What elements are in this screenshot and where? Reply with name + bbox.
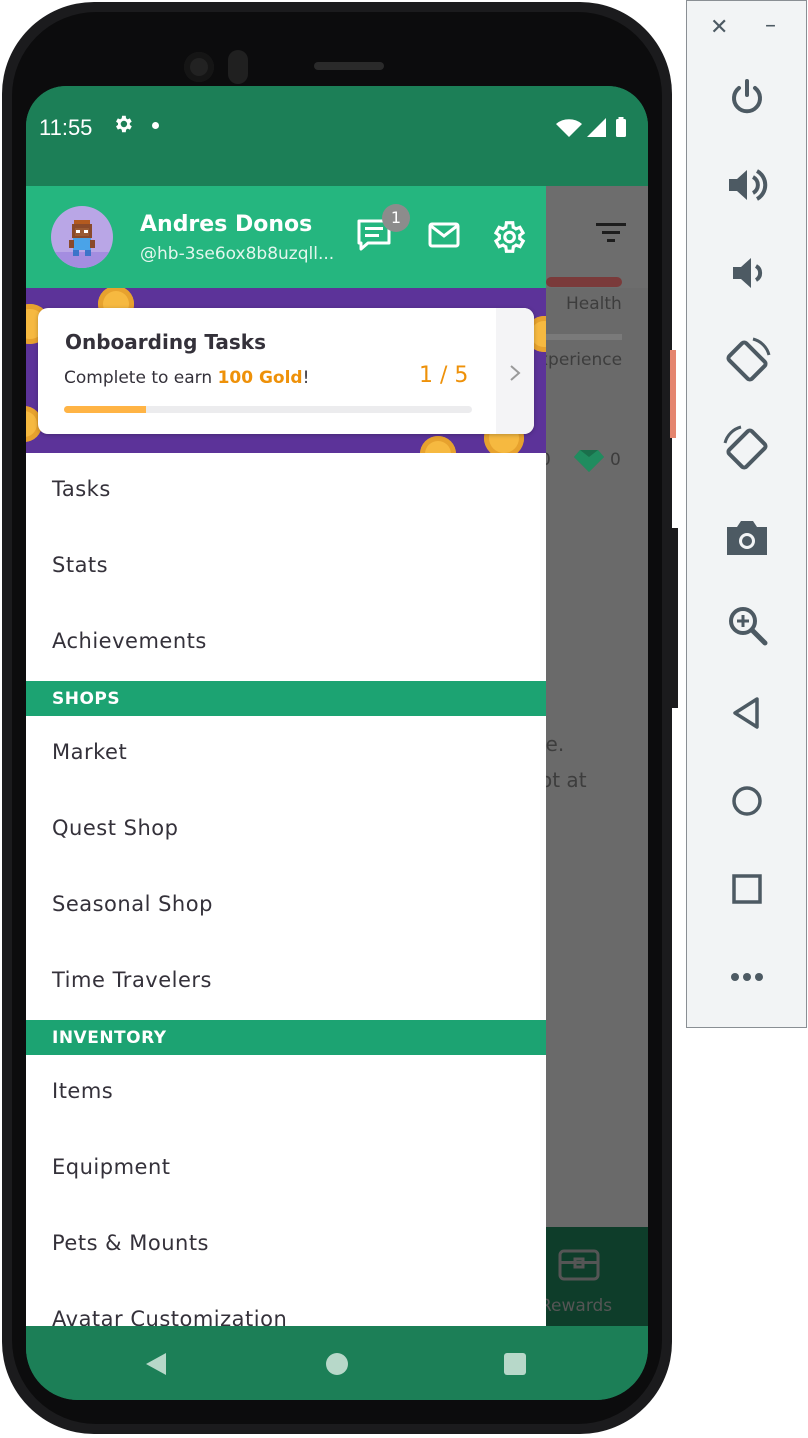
menu-item-label: Tasks <box>52 477 111 501</box>
menu-item-label: Market <box>52 740 128 764</box>
status-bar: 11:55 <box>26 86 648 186</box>
close-icon[interactable]: ✕ <box>710 15 728 40</box>
chevron-right-icon[interactable] <box>496 308 534 434</box>
onboarding-progress-fill <box>64 406 146 413</box>
user-name: Andres Donos <box>140 212 313 237</box>
menu-item-items[interactable]: Items <box>26 1055 546 1131</box>
avatar[interactable] <box>51 206 113 268</box>
more-icon[interactable] <box>723 953 771 1001</box>
status-time: 11:55 <box>39 115 93 140</box>
section-label: INVENTORY <box>52 1028 167 1048</box>
rotate-left-icon[interactable] <box>723 337 771 385</box>
volume-down-icon[interactable] <box>723 249 771 297</box>
front-camera <box>184 52 214 82</box>
section-header-inventory: INVENTORY <box>26 1020 546 1055</box>
section-header-shops: SHOPS <box>26 681 546 716</box>
menu-item-label: Stats <box>52 553 109 577</box>
coin-decoration <box>420 436 456 453</box>
emulator-toolbar: ✕ – <box>686 0 807 1028</box>
chat-badge: 1 <box>382 204 410 232</box>
drawer-header: Andres Donos @hb-3se6ox8b8uzqll... 1 <box>26 186 546 288</box>
menu-item-equipment[interactable]: Equipment <box>26 1131 546 1207</box>
nav-back-icon[interactable] <box>144 1351 168 1381</box>
menu-item-label: Quest Shop <box>52 816 179 840</box>
back-icon[interactable] <box>723 689 771 737</box>
settings-gear-icon[interactable] <box>489 218 527 260</box>
menu-item-label: Achievements <box>52 629 207 653</box>
menu-item-label: Items <box>52 1079 114 1103</box>
wifi-icon <box>556 119 582 137</box>
rewards-tab-label: Rewards <box>540 1296 613 1316</box>
menu-item-label: Equipment <box>52 1155 171 1179</box>
menu-item-seasonal-shop[interactable]: Seasonal Shop <box>26 868 546 944</box>
phone-screen: 11:55 Health xperience 0 0 le. ot a <box>26 86 648 1400</box>
onboarding-title: Onboarding Tasks <box>65 330 267 354</box>
menu-item-label: Time Travelers <box>52 968 212 992</box>
nav-recents-icon[interactable] <box>504 1353 526 1375</box>
nav-home-icon[interactable] <box>326 1353 348 1375</box>
onboarding-card[interactable]: Onboarding Tasks Complete to earn 100 Go… <box>38 308 534 434</box>
experience-bar <box>546 334 622 340</box>
onboarding-progress-count: 1 / 5 <box>419 363 469 388</box>
notification-dot-icon <box>152 122 159 129</box>
zoom-icon[interactable] <box>723 601 771 649</box>
onboarding-banner: Onboarding Tasks Complete to earn 100 Go… <box>26 288 546 453</box>
home-icon[interactable] <box>723 777 771 825</box>
status-icons <box>554 116 638 142</box>
volume-up-icon[interactable] <box>723 161 771 209</box>
signal-icon <box>587 118 606 137</box>
camera-icon[interactable] <box>723 513 771 561</box>
experience-label: xperience <box>538 350 623 370</box>
health-label: Health <box>566 294 622 314</box>
menu-item-avatar-customization[interactable]: Avatar Customization <box>26 1283 546 1326</box>
onboarding-progress-bar <box>64 406 472 413</box>
section-label: SHOPS <box>52 689 121 709</box>
system-navigation-bar <box>26 1326 648 1400</box>
navigation-drawer: Andres Donos @hb-3se6ox8b8uzqll... 1 Onb… <box>26 186 546 1326</box>
minimize-icon[interactable]: – <box>765 13 776 38</box>
rewards-icon <box>558 1248 600 1286</box>
camera-sensor <box>228 50 248 84</box>
battery-icon <box>616 119 626 137</box>
menu-item-label: Pets & Mounts <box>52 1231 209 1255</box>
subtitle-prefix: Complete to earn <box>64 368 218 388</box>
mail-icon[interactable] <box>428 222 460 252</box>
menu-item-tasks[interactable]: Tasks <box>26 453 546 529</box>
filter-icon <box>596 220 626 248</box>
overview-icon[interactable] <box>723 865 771 913</box>
rotate-right-icon[interactable] <box>723 425 771 473</box>
menu-item-quest-shop[interactable]: Quest Shop <box>26 792 546 868</box>
gem-value: 0 <box>610 450 621 470</box>
earpiece-speaker <box>314 62 384 70</box>
health-bar <box>546 277 622 287</box>
menu-item-market[interactable]: Market <box>26 716 546 792</box>
side-button <box>672 528 678 708</box>
gold-reward: 100 Gold <box>217 368 303 388</box>
settings-notification-icon <box>112 113 134 141</box>
gem-icon <box>574 448 604 476</box>
side-accent <box>670 350 676 438</box>
menu-item-achievements[interactable]: Achievements <box>26 605 546 681</box>
menu-item-stats[interactable]: Stats <box>26 529 546 605</box>
menu-item-label: Seasonal Shop <box>52 892 213 916</box>
menu-item-pets-mounts[interactable]: Pets & Mounts <box>26 1207 546 1283</box>
menu-item-time-travelers[interactable]: Time Travelers <box>26 944 546 1020</box>
background-text: ot at <box>540 768 587 792</box>
menu-item-label: Avatar Customization <box>52 1307 288 1326</box>
user-handle: @hb-3se6ox8b8uzqll... <box>140 244 335 264</box>
onboarding-subtitle: Complete to earn 100 Gold! <box>64 368 309 388</box>
subtitle-suffix: ! <box>302 368 310 388</box>
power-icon[interactable] <box>723 73 771 121</box>
